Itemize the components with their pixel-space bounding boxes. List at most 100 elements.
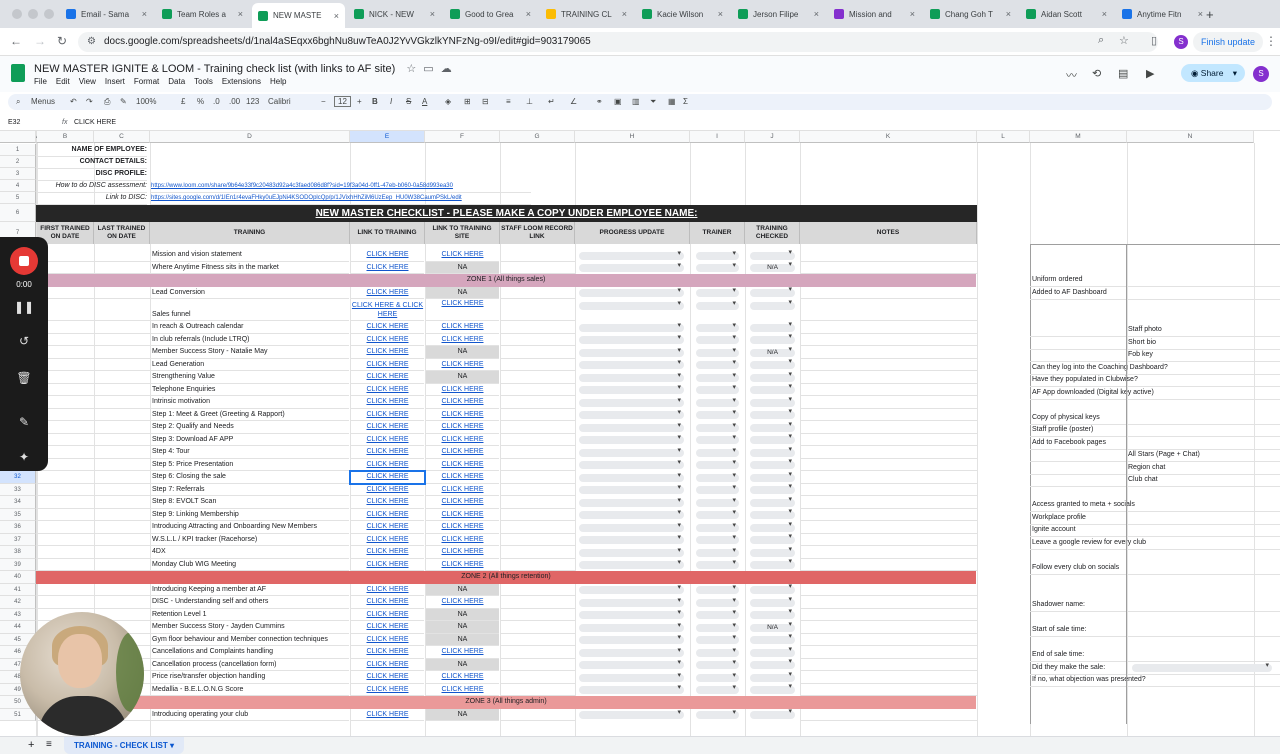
pause-icon[interactable]: ❚❚ — [0, 300, 48, 314]
search-menus-label[interactable]: Menus — [31, 97, 55, 106]
select-all-corner[interactable] — [0, 131, 36, 143]
cell-first-trained[interactable] — [37, 484, 94, 496]
training-checked-dropdown[interactable] — [750, 558, 795, 569]
training-link[interactable]: CLICK HERE — [351, 287, 424, 299]
trainer-dropdown[interactable] — [696, 608, 739, 619]
progress-dropdown[interactable] — [579, 408, 684, 419]
notes-cell[interactable] — [801, 484, 977, 496]
training-site-link[interactable]: CLICK HERE — [426, 534, 499, 546]
bold-button[interactable]: B — [372, 97, 378, 106]
training-link[interactable]: CLICK HERE — [351, 346, 424, 359]
notes-cell[interactable] — [801, 471, 977, 484]
training-checked-dropdown[interactable] — [750, 408, 795, 419]
notes-cell[interactable] — [801, 596, 977, 609]
zoom-lens-icon[interactable]: ⌕ — [1098, 34, 1104, 47]
cell-last-trained[interactable] — [95, 596, 150, 609]
cell-last-trained[interactable] — [95, 346, 150, 359]
cell-last-trained[interactable] — [95, 434, 150, 446]
side-checklist-item[interactable]: Ignite account — [1032, 524, 1076, 537]
number-format-button[interactable]: 123 — [246, 97, 259, 106]
training-link[interactable]: CLICK HERE — [351, 396, 424, 409]
forward-icon[interactable]: → — [34, 34, 46, 48]
insert-comment-icon[interactable]: ▣ — [614, 97, 622, 106]
trainer-dropdown[interactable] — [696, 483, 739, 494]
row-header[interactable]: 43 — [0, 608, 36, 621]
site-info-icon[interactable]: ⚙ — [87, 32, 96, 52]
progress-dropdown[interactable] — [579, 708, 684, 719]
notes-cell[interactable] — [801, 709, 977, 721]
notes-cell[interactable] — [801, 321, 977, 334]
cell-loom-link[interactable] — [501, 596, 575, 609]
training-site-link[interactable]: CLICK HERE — [426, 299, 499, 321]
draw-icon[interactable]: ✎ — [0, 415, 48, 429]
progress-dropdown[interactable] — [579, 333, 684, 344]
progress-dropdown[interactable] — [579, 346, 684, 357]
side-checklist-item[interactable]: Did they make the sale: — [1032, 662, 1105, 675]
training-link[interactable]: CLICK HERE — [351, 384, 424, 396]
training-checked-dropdown[interactable] — [750, 683, 795, 694]
menu-insert[interactable]: Insert — [105, 77, 125, 86]
notes-cell[interactable] — [801, 684, 977, 696]
row-header[interactable]: 3 — [0, 168, 36, 180]
training-site-link[interactable]: CLICK HERE — [426, 559, 499, 571]
tab-close-icon[interactable]: × — [142, 9, 147, 19]
back-icon[interactable]: ← — [10, 34, 22, 48]
trainer-dropdown[interactable] — [696, 346, 739, 357]
profile-avatar[interactable]: S — [1174, 35, 1188, 49]
row-header[interactable]: 1 — [0, 144, 36, 156]
cell-loom-link[interactable] — [501, 484, 575, 496]
notes-cell[interactable] — [801, 509, 977, 521]
browser-tab[interactable]: Mission and × — [828, 4, 921, 24]
progress-dropdown[interactable] — [579, 608, 684, 619]
tab-close-icon[interactable]: × — [622, 9, 627, 19]
side-checklist-subitem[interactable]: Club chat — [1128, 474, 1158, 487]
side-checklist-item[interactable]: Access granted to meta + socials — [1032, 499, 1135, 512]
progress-dropdown[interactable] — [579, 458, 684, 469]
menu-help[interactable]: Help — [270, 77, 286, 86]
training-link[interactable]: CLICK HERE — [351, 596, 424, 609]
menu-format[interactable]: Format — [134, 77, 159, 86]
training-link[interactable]: CLICK HERE — [351, 559, 424, 571]
side-checklist-item[interactable]: End of sale time: — [1032, 649, 1084, 662]
cell-last-trained[interactable] — [95, 421, 150, 434]
training-name[interactable]: Step 2: Qualify and Needs — [151, 421, 349, 434]
cell-loom-link[interactable] — [501, 559, 575, 571]
name-box[interactable]: E32 — [8, 119, 20, 126]
zoom-select[interactable]: 100% — [136, 97, 156, 106]
training-checked-dropdown[interactable] — [750, 299, 795, 310]
training-link[interactable]: CLICK HERE — [351, 534, 424, 546]
training-checked-dropdown[interactable] — [750, 333, 795, 344]
trainer-dropdown[interactable] — [696, 358, 739, 369]
progress-dropdown[interactable] — [579, 371, 684, 382]
training-link[interactable]: CLICK HERE — [351, 709, 424, 721]
training-site-link[interactable]: CLICK HERE — [426, 496, 499, 509]
trainer-dropdown[interactable] — [696, 396, 739, 407]
progress-dropdown[interactable] — [579, 433, 684, 444]
notes-cell[interactable] — [801, 634, 977, 646]
row-header[interactable]: 44 — [0, 621, 36, 634]
notes-cell[interactable] — [801, 421, 977, 434]
cell-last-trained[interactable] — [95, 384, 150, 396]
training-site-link[interactable]: CLICK HERE — [426, 421, 499, 434]
training-site-link[interactable]: CLICK HERE — [426, 434, 499, 446]
side-checklist-subitem[interactable]: Region chat — [1128, 462, 1165, 475]
cell-first-trained[interactable] — [37, 559, 94, 571]
menu-file[interactable]: File — [34, 77, 47, 86]
trainer-dropdown[interactable] — [696, 383, 739, 394]
training-link[interactable]: CLICK HERE — [351, 434, 424, 446]
training-link[interactable]: CLICK HERE — [351, 671, 424, 684]
sheets-logo-icon[interactable] — [11, 64, 25, 82]
tab-close-icon[interactable]: × — [430, 9, 435, 19]
training-checked-dropdown[interactable] — [750, 608, 795, 619]
cell-loom-link[interactable] — [501, 496, 575, 509]
cell-loom-link[interactable] — [501, 262, 575, 274]
progress-dropdown[interactable] — [579, 633, 684, 644]
notes-cell[interactable] — [801, 334, 977, 346]
side-checklist-item[interactable]: Follow every club on socials — [1032, 562, 1119, 575]
cell-first-trained[interactable] — [37, 509, 94, 521]
training-site-link[interactable]: CLICK HERE — [426, 546, 499, 559]
trainer-dropdown[interactable] — [696, 286, 739, 297]
training-checked-dropdown[interactable] — [750, 496, 795, 507]
trainer-dropdown[interactable] — [696, 671, 739, 682]
training-site-link[interactable]: CLICK HERE — [426, 334, 499, 346]
